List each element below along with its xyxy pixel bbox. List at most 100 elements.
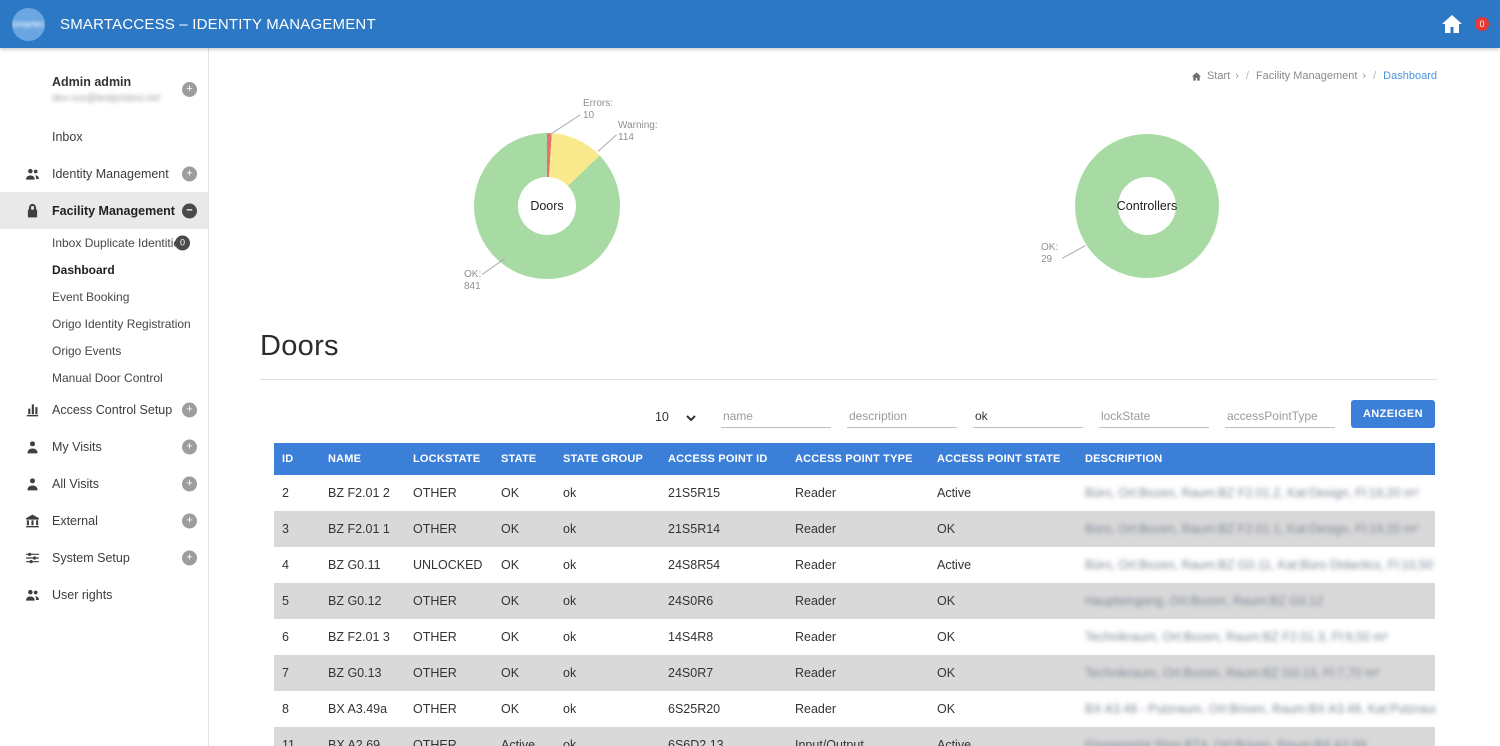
table-cell: ok: [555, 583, 660, 619]
table-cell: OK: [929, 583, 1077, 619]
table-row[interactable]: 5BZ G0.12OTHEROKok24S0R6ReaderOKHauptein…: [274, 583, 1435, 619]
table-cell: OTHER: [405, 727, 493, 746]
table-row[interactable]: 11BX A2.69OTHERActiveok6S6D2.13Input/Out…: [274, 727, 1435, 746]
table-cell: OK: [493, 583, 555, 619]
controllers-chart-center-label: Controllers: [1118, 177, 1176, 235]
people-icon: [24, 165, 41, 182]
table-cell: ok: [555, 691, 660, 727]
table-cell: 6S25R20: [660, 691, 787, 727]
table-cell: BX A2.69: [320, 727, 405, 746]
plus-icon[interactable]: [182, 513, 197, 528]
table-cell: OK: [493, 619, 555, 655]
plus-icon[interactable]: [182, 166, 197, 181]
table-cell: OTHER: [405, 655, 493, 691]
table-cell: Büro, Ort:Bozen, Raum:BZ G0.11, Kat:Büro…: [1077, 547, 1435, 583]
callout-value: 841: [464, 281, 481, 293]
column-header: ACCESS POINT STATE: [929, 443, 1077, 475]
page-size-select[interactable]: 10: [651, 409, 699, 428]
sidebar-item-label: Identity Management: [52, 167, 169, 181]
sidebar-item-my-visits[interactable]: My Visits: [0, 428, 208, 465]
sidebar-subitem-label: Dashboard: [52, 263, 115, 277]
column-header: ID: [274, 443, 320, 475]
table-cell: BZ G0.13: [320, 655, 405, 691]
callout-label: OK: [464, 269, 481, 281]
table-cell: 11: [274, 727, 320, 746]
table-cell: OK: [929, 511, 1077, 547]
page-title: Doors: [260, 330, 1437, 363]
sidebar-item-facility-management[interactable]: Facility Management: [0, 192, 208, 229]
table-row[interactable]: 3BZ F2.01 1OTHEROKok21S5R14ReaderOKBüro,…: [274, 511, 1435, 547]
sidebar-subitem-label: Origo Events: [52, 344, 121, 358]
table-cell: BX A3.49a: [320, 691, 405, 727]
sidebar-subitem-label: Event Booking: [52, 290, 129, 304]
filter-state-input[interactable]: [973, 405, 1083, 428]
callout-label: Warning: [618, 120, 658, 132]
plus-icon[interactable]: [182, 439, 197, 454]
section-divider: [260, 379, 1437, 380]
table-cell: Büro, Ort:Bozen, Raum:BZ F2.01.1, Kat:De…: [1077, 511, 1435, 547]
doors-chart-callout-ok: OK 841: [464, 269, 481, 292]
sidebar-item-system-setup[interactable]: System Setup: [0, 539, 208, 576]
sidebar-item-inbox[interactable]: Inbox: [0, 118, 208, 155]
table-row[interactable]: 4BZ G0.11UNLOCKEDOKok24S8R54ReaderActive…: [274, 547, 1435, 583]
column-header: NAME: [320, 443, 405, 475]
sidebar-item-access-control-setup[interactable]: Access Control Setup: [0, 391, 208, 428]
sidebar-subitem-inbox-duplicate-identities[interactable]: Inbox Duplicate Identities 0: [0, 229, 208, 256]
table-cell: OTHER: [405, 691, 493, 727]
table-cell: Active: [929, 727, 1077, 746]
table-cell: 24S8R54: [660, 547, 787, 583]
filter-lockstate-input[interactable]: [1099, 405, 1209, 428]
lock-icon: [24, 202, 41, 219]
table-cell: OTHER: [405, 619, 493, 655]
sidebar-item-user-rights[interactable]: User rights: [0, 576, 208, 613]
doors-section: Doors 10 ANZEIGEN IDNAMELOCKSTATESTATEST…: [260, 330, 1437, 746]
sidebar-item-all-visits[interactable]: All Visits: [0, 465, 208, 502]
filter-name-input[interactable]: [721, 405, 831, 428]
plus-icon[interactable]: [182, 402, 197, 417]
filter-accesspointtype-input[interactable]: [1225, 405, 1335, 428]
table-cell: Reader: [787, 691, 929, 727]
sidebar-subitem-origo-identity-registration[interactable]: Origo Identity Registration: [0, 310, 208, 337]
users-icon: [24, 586, 41, 603]
plus-icon[interactable]: [182, 82, 197, 97]
sidebar-item-label: All Visits: [52, 477, 99, 491]
doors-donut-chart[interactable]: Doors: [474, 133, 620, 279]
table-row[interactable]: 6BZ F2.01 3OTHEROKok14S4R8ReaderOKTechni…: [274, 619, 1435, 655]
table-cell: Haupteingang, Ort:Bozen, Raum:BZ G0.12: [1077, 583, 1435, 619]
sidebar-subitem-event-booking[interactable]: Event Booking: [0, 283, 208, 310]
table-row[interactable]: 8BX A3.49aOTHEROKok6S25R20ReaderOKBX A3.…: [274, 691, 1435, 727]
table-cell: Technikraum, Ort:Bozen, Raum:BZ G0.13, F…: [1077, 655, 1435, 691]
table-cell: Active: [929, 475, 1077, 511]
sidebar: Admin admin dev-xxx@testprotect.net Inbo…: [0, 48, 209, 746]
controllers-donut-chart[interactable]: Controllers: [1075, 134, 1219, 278]
table-cell: ok: [555, 511, 660, 547]
column-header: LOCKSTATE: [405, 443, 493, 475]
sidebar-subitem-origo-events[interactable]: Origo Events: [0, 337, 208, 364]
sidebar-item-identity-management[interactable]: Identity Management: [0, 155, 208, 192]
table-row[interactable]: 7BZ G0.13OTHEROKok24S0R7ReaderOKTechnikr…: [274, 655, 1435, 691]
top-bar: smartec SMARTACCESS – IDENTITY MANAGEMEN…: [0, 0, 1500, 48]
sidebar-user[interactable]: Admin admin dev-xxx@testprotect.net: [0, 48, 208, 118]
sidebar-subitem-label: Inbox Duplicate Identities: [52, 236, 186, 250]
bank-icon: [24, 512, 41, 529]
table-cell: 21S5R15: [660, 475, 787, 511]
plus-icon[interactable]: [182, 476, 197, 491]
home-icon[interactable]: [1440, 12, 1464, 36]
sidebar-subitem-label: Origo Identity Registration: [52, 317, 191, 331]
table-cell: 2: [274, 475, 320, 511]
sidebar-subitem-manual-door-control[interactable]: Manual Door Control: [0, 364, 208, 391]
sidebar-item-external[interactable]: External: [0, 502, 208, 539]
app-logo[interactable]: smartec: [12, 8, 45, 41]
minus-icon[interactable]: [182, 203, 197, 218]
filter-description-input[interactable]: [847, 405, 957, 428]
table-row[interactable]: 2BZ F2.01 2OTHEROKok21S5R15ReaderActiveB…: [274, 475, 1435, 511]
sidebar-item-label: User rights: [52, 588, 112, 602]
sidebar-item-label: Facility Management: [52, 204, 175, 218]
table-cell: Reader: [787, 475, 929, 511]
sidebar-subitem-dashboard[interactable]: Dashboard: [0, 256, 208, 283]
doors-chart-callout-errors: Errors 10: [583, 98, 613, 121]
logo-text: smartec: [12, 19, 44, 29]
plus-icon[interactable]: [182, 550, 197, 565]
anzeigen-button[interactable]: ANZEIGEN: [1351, 400, 1435, 428]
table-cell: BZ F2.01 2: [320, 475, 405, 511]
